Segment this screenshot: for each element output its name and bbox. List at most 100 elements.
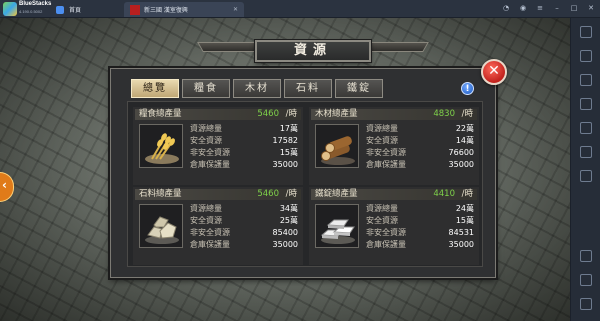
tab-game-label: 新三國 漢室復興 — [144, 7, 188, 14]
close-button[interactable]: ✕ — [481, 59, 507, 85]
emulator-title-bar: BlueStacks 4.190.0.5002 首頁 新三國 漢室復興 ✕ ◔ … — [0, 0, 600, 18]
resource-overview: 糧食總產量 5460 /時 資源總量 17萬 安全資源 17582 非安全資源 … — [127, 101, 483, 267]
stat-value: 35000 — [448, 160, 474, 169]
resource-stats: 資源總量 34萬 安全資源 25萬 非安全資源 85400 倉庫保護量 35000 — [190, 203, 298, 251]
rate-unit: /時 — [285, 189, 297, 199]
emulator-side-toolbar — [570, 18, 600, 321]
bluestacks-logo-icon — [3, 2, 17, 16]
stat-value: 35000 — [272, 240, 298, 249]
stat-label: 安全資源 — [190, 136, 222, 145]
page-title: 資源 — [255, 40, 371, 62]
stat-label: 資源總量 — [190, 124, 222, 133]
stat-label: 安全資源 — [366, 216, 398, 225]
tab-overview[interactable]: 總覽 — [131, 79, 179, 98]
production-rate: 5460 — [257, 109, 279, 119]
stat-value: 22萬 — [455, 124, 474, 133]
stat-value: 14萬 — [455, 136, 474, 145]
emulator-brand: BlueStacks — [19, 1, 52, 7]
account-icon[interactable]: ◉ — [518, 2, 528, 14]
bell-icon[interactable]: ◔ — [501, 2, 511, 14]
tab-wood[interactable]: 木材 — [233, 79, 281, 98]
stat-label: 資源總量 — [366, 204, 398, 213]
resource-panel: 總覽 糧食 木材 石料 鐵錠 ! 糧食總產量 5460 /時 資源總量 17萬 … — [110, 68, 496, 278]
banner-wing-right — [363, 42, 429, 52]
stat-label: 非安全資源 — [190, 148, 230, 157]
rate-unit: /時 — [461, 109, 473, 119]
card-header: 糧食總產量 5460 /時 — [135, 109, 301, 120]
record-icon[interactable] — [580, 122, 592, 134]
production-rate: 4410 — [433, 189, 455, 199]
card-title: 鐵錠總產量 — [315, 189, 358, 199]
more-icon[interactable] — [580, 170, 592, 182]
stat-label: 倉庫保護量 — [366, 160, 406, 169]
stat-label: 非安全資源 — [190, 228, 230, 237]
card-header: 石料總產量 5460 /時 — [135, 189, 301, 200]
stat-label: 安全資源 — [190, 216, 222, 225]
log-icon — [315, 124, 359, 168]
screenshot-icon[interactable] — [580, 98, 592, 110]
game-app-icon — [130, 4, 140, 15]
info-icon[interactable]: ! — [461, 82, 474, 95]
stat-label: 資源總量 — [190, 204, 222, 213]
tab-home[interactable]: 首頁 — [50, 2, 122, 17]
settings-icon[interactable] — [580, 250, 592, 262]
stat-row: 非安全資源 76600 — [366, 147, 474, 159]
tab-iron[interactable]: 鐵錠 — [335, 79, 383, 98]
resource-card-stone: 石料總產量 5460 /時 資源總量 34萬 安全資源 25萬 非安全資源 85400… — [133, 187, 303, 265]
stat-row: 倉庫保護量 35000 — [190, 239, 298, 251]
close-window-icon[interactable]: ✕ — [586, 2, 596, 14]
rate-unit: /時 — [461, 189, 473, 199]
stat-row: 資源總量 17萬 — [190, 123, 298, 135]
minimize-icon[interactable]: – — [552, 2, 562, 14]
tab-food[interactable]: 糧食 — [182, 79, 230, 98]
stat-label: 倉庫保護量 — [190, 160, 230, 169]
tab-home-label: 首頁 — [69, 7, 82, 14]
resource-stats: 資源總量 24萬 安全資源 15萬 非安全資源 84531 倉庫保護量 35000 — [366, 203, 474, 251]
card-header: 木材總產量 4830 /時 — [311, 109, 477, 120]
expand-icon[interactable] — [580, 26, 592, 38]
stat-row: 安全資源 25萬 — [190, 215, 298, 227]
card-header: 鐵錠總產量 4410 /時 — [311, 189, 477, 200]
back-icon[interactable] — [580, 274, 592, 286]
wheat-icon — [139, 124, 183, 168]
volume-icon[interactable] — [580, 50, 592, 62]
iron-ingot-icon — [315, 204, 359, 248]
home-icon — [56, 5, 64, 14]
stat-row: 資源總量 22萬 — [366, 123, 474, 135]
tab-game[interactable]: 新三國 漢室復興 ✕ — [124, 2, 244, 17]
stat-row: 安全資源 17582 — [190, 135, 298, 147]
maximize-icon[interactable]: □ — [569, 2, 579, 14]
stat-row: 安全資源 15萬 — [366, 215, 474, 227]
stat-value: 35000 — [448, 240, 474, 249]
home-nav-icon[interactable] — [580, 298, 592, 310]
card-title: 石料總產量 — [139, 189, 182, 199]
stat-row: 倉庫保護量 35000 — [366, 159, 474, 171]
card-title: 糧食總產量 — [139, 109, 182, 119]
production-rate: 5460 — [257, 189, 279, 199]
stat-label: 非安全資源 — [366, 228, 406, 237]
stat-value: 25萬 — [279, 216, 298, 225]
rate-unit: /時 — [285, 109, 297, 119]
tab-stone[interactable]: 石料 — [284, 79, 332, 98]
resource-tabs: 總覽 糧食 木材 石料 鐵錠 — [131, 79, 383, 98]
resource-card-wood: 木材總產量 4830 /時 資源總量 22萬 安全資源 14萬 非安全資源 76600… — [309, 107, 479, 185]
card-title: 木材總產量 — [315, 109, 358, 119]
stat-row: 非安全資源 15萬 — [190, 147, 298, 159]
stat-value: 35000 — [272, 160, 298, 169]
stat-row: 資源總量 34萬 — [190, 203, 298, 215]
stat-value: 85400 — [272, 228, 298, 237]
stat-value: 34萬 — [279, 204, 298, 213]
stat-label: 倉庫保護量 — [190, 240, 230, 249]
resource-card-iron: 鐵錠總產量 4410 /時 資源總量24萬 安全資源15萬 非安全資源84 — [309, 187, 479, 265]
resource-card-food: 糧食總產量 5460 /時 資源總量 17萬 安全資源 17582 非安全資源 … — [133, 107, 303, 185]
stat-row: 非安全資源 85400 — [190, 227, 298, 239]
stat-value: 15萬 — [455, 216, 474, 225]
side-menu-toggle[interactable]: ‹ — [0, 172, 14, 202]
stat-value: 17萬 — [279, 124, 298, 133]
close-tab-icon[interactable]: ✕ — [233, 6, 238, 13]
menu-icon[interactable]: ≡ — [535, 2, 545, 14]
close-icon: ✕ — [488, 63, 500, 79]
stat-row: 非安全資源 84531 — [366, 227, 474, 239]
folder-icon[interactable] — [580, 146, 592, 158]
keyboard-icon[interactable] — [580, 74, 592, 86]
